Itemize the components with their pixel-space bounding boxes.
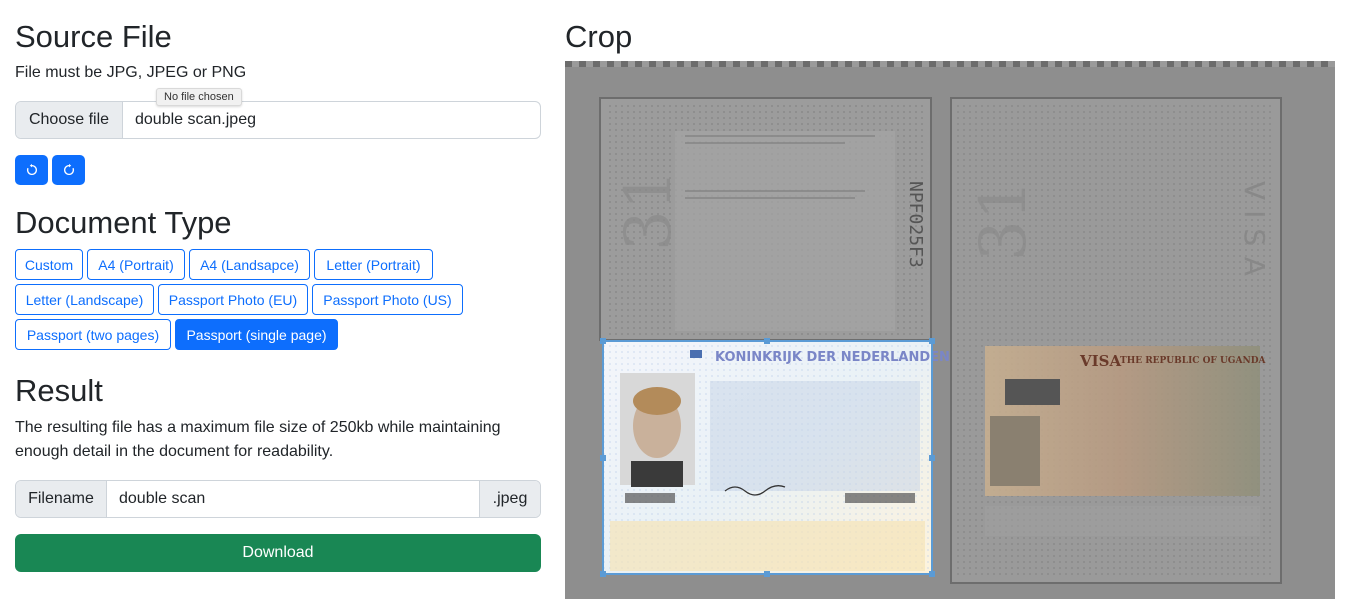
rotate-cw-icon (63, 163, 74, 176)
result-heading: Result (15, 373, 103, 408)
left-passport: 31 NPF025F3 (599, 97, 932, 341)
doctype-option-custom[interactable]: Custom (15, 249, 83, 280)
scan-image: 31 NPF025F3 KONINKRIJK DER NEDERLANDEN 3… (599, 97, 1282, 584)
selected-file-name: double scan.jpeg (135, 111, 256, 128)
doctype-option-passport-single-page[interactable]: Passport (single page) (175, 319, 338, 350)
source-file-heading: Source File (15, 19, 172, 54)
document-type-heading: Document Type (15, 205, 232, 240)
crop-selection[interactable]: KONINKRIJK DER NEDERLANDEN (600, 338, 950, 577)
doctype-option-passport-photo-eu[interactable]: Passport Photo (EU) (158, 284, 308, 315)
doctype-option-a4-portrait[interactable]: A4 (Portrait) (87, 249, 185, 280)
choose-file-button[interactable]: Choose file (16, 102, 123, 138)
passport-country-header: KONINKRIJK DER NEDERLANDEN (715, 350, 950, 365)
crop-panel: Crop 31 NPF025F3 KONINKRIJK DER NEDERLAN… (565, 0, 1335, 599)
doctype-option-letter-portrait[interactable]: Letter (Portrait) (314, 249, 433, 280)
file-input[interactable]: Choose file double scan.jpeg (15, 101, 541, 139)
rotate-ccw-icon (26, 163, 37, 176)
right-page-number: 31 (967, 180, 1041, 261)
crop-canvas[interactable]: 31 NPF025F3 KONINKRIJK DER NEDERLANDEN 3… (565, 61, 1335, 599)
file-extension: .jpeg (479, 481, 540, 517)
filename-input-group: Filename double scan .jpeg (15, 480, 541, 518)
svg-text:VISA: VISA (1238, 181, 1271, 286)
rotate-left-button[interactable] (15, 155, 48, 185)
doctype-option-letter-landscape[interactable]: Letter (Landscape) (15, 284, 154, 315)
right-passport: 31 VISA VISA THE REPUBLIC OF UGANDA (950, 97, 1282, 584)
filename-label: Filename (16, 481, 107, 517)
doctype-option-passport-two-pages[interactable]: Passport (two pages) (15, 319, 171, 350)
doctype-option-passport-photo-us[interactable]: Passport Photo (US) (312, 284, 463, 315)
visa-country: THE REPUBLIC OF UGANDA (1120, 356, 1267, 366)
visa-header: VISA (1079, 352, 1121, 370)
crop-heading: Crop (565, 19, 633, 54)
svg-text:NPF025F3: NPF025F3 (905, 181, 926, 268)
rotate-right-button[interactable] (52, 155, 85, 185)
result-description: The resulting file has a maximum file si… (15, 419, 501, 460)
file-tooltip: No file chosen (156, 88, 242, 106)
doctype-option-a4-landscape[interactable]: A4 (Landsapce) (189, 249, 310, 280)
filename-input[interactable]: double scan (107, 481, 479, 517)
left-page-number: 31 (612, 170, 686, 251)
download-button[interactable]: Download (15, 534, 541, 572)
file-format-hint: File must be JPG, JPEG or PNG (15, 64, 247, 81)
